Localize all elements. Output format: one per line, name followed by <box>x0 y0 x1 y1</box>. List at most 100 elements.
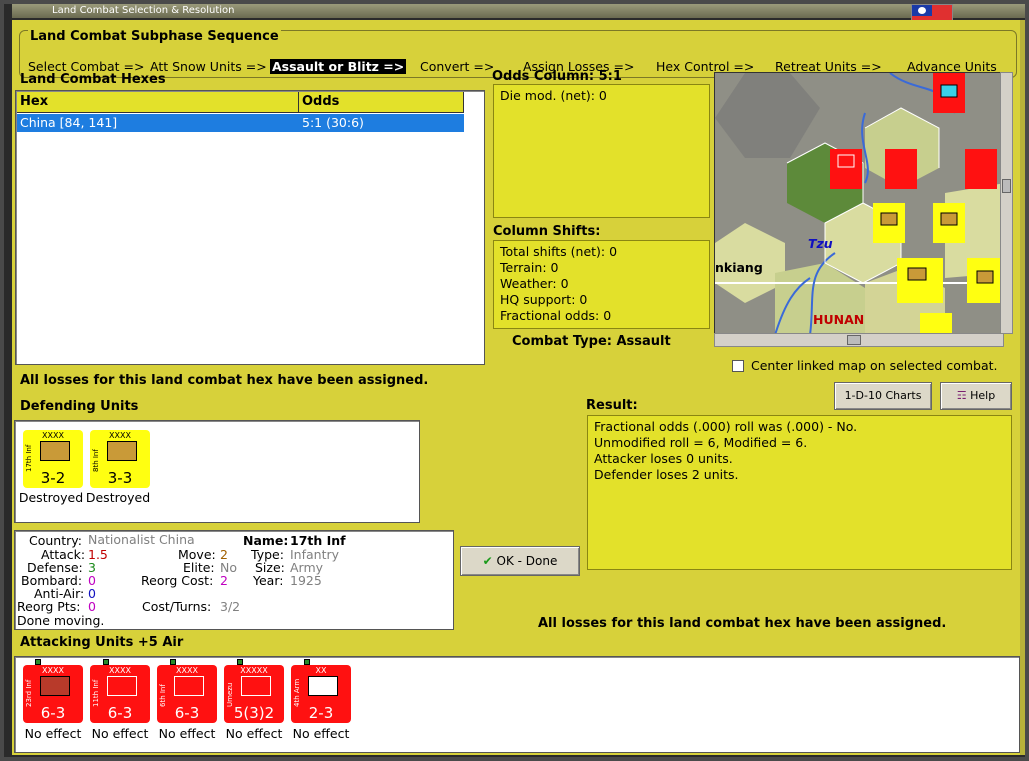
check-icon: ✔ <box>482 554 493 568</box>
book-icon: ☶ <box>956 389 967 402</box>
attacking-units-label: Attacking Units +5 Air <box>20 635 184 650</box>
attacking-unit[interactable]: XXXX 6th Inf 6-3 <box>157 665 217 723</box>
unit-info-panel: Country: Nationalist China Attack: 1.5 D… <box>14 530 454 630</box>
result-label: Result: <box>586 398 638 413</box>
attacking-unit[interactable]: XXXX 23rd Inf 6-3 <box>23 665 83 723</box>
unit-status: No effect <box>292 726 350 741</box>
shift-hq-support: HQ support: 0 <box>500 292 588 307</box>
linked-map[interactable]: Tzu nkiang HUNAN <box>714 72 1004 334</box>
shift-total: Total shifts (net): 0 <box>500 244 618 259</box>
unit-status: Destroyed <box>18 490 84 505</box>
unit-name: 23rd Inf <box>25 679 33 707</box>
unit-name: 11th Inf <box>92 679 100 707</box>
result-line: Attacker loses 0 units. <box>594 451 733 466</box>
unit-status: No effect <box>225 726 283 741</box>
window-title: Land Combat Selection & Resolution <box>12 4 1025 18</box>
hex-cell: China [84, 141] <box>20 115 118 130</box>
right-edge-strip <box>1020 20 1025 755</box>
armor-icon <box>308 676 338 696</box>
step-att-snow-units[interactable]: Att Snow Units => <box>150 59 267 74</box>
infantry-icon <box>107 676 137 696</box>
step-convert[interactable]: Convert => <box>420 59 494 74</box>
shift-terrain: Terrain: 0 <box>500 260 559 275</box>
attacking-unit[interactable]: XXXXX Umezu 5(3)2 <box>224 665 284 723</box>
d10-charts-button[interactable]: 1-D-10 Charts <box>834 382 932 410</box>
column-shifts-panel: Total shifts (net): 0 Terrain: 0 Weather… <box>493 240 710 329</box>
ok-done-button[interactable]: ✔ OK - Done <box>460 546 580 576</box>
attacking-units-panel: XXXX 23rd Inf 6-3 No effect XXXX 11th In… <box>14 656 1020 753</box>
country-key: Country: <box>29 533 82 548</box>
ok-done-label: OK - Done <box>496 554 558 568</box>
result-panel: Fractional odds (.000) roll was (.000) -… <box>587 415 1012 570</box>
center-map-label: Center linked map on selected combat. <box>751 358 998 373</box>
country-value: Nationalist China <box>88 532 195 547</box>
losses-message-top: All losses for this land combat hex have… <box>20 373 429 388</box>
odds-cell: 5:1 (30:6) <box>302 115 364 130</box>
cost-turns-value: 3/2 <box>220 599 241 614</box>
reorg-cost-value: 2 <box>220 573 228 588</box>
die-mod-text: Die mod. (net): 0 <box>500 88 607 103</box>
infantry-icon <box>241 676 271 696</box>
unit-status: No effect <box>158 726 216 741</box>
unit-strength: 3-3 <box>107 469 133 487</box>
map-label-hunan: HUNAN <box>813 312 865 327</box>
defending-units-label: Defending Units <box>20 399 139 414</box>
infantry-icon <box>40 676 70 696</box>
hexes-table[interactable]: Hex Odds China [84, 141] 5:1 (30:6) <box>15 90 485 365</box>
defending-unit[interactable]: XXXX 17th Inf 3-2 <box>23 430 83 488</box>
infantry-icon <box>40 441 70 461</box>
name-value: 17th Inf <box>290 533 346 548</box>
result-line: Unmodified roll = 6, Modified = 6. <box>594 435 808 450</box>
status-text: Done moving. <box>17 613 105 628</box>
unit-strength: 5(3)2 <box>233 704 275 722</box>
sequence-label: Land Combat Subphase Sequence <box>28 29 281 44</box>
map-hscroll-thumb[interactable] <box>847 335 861 345</box>
defending-unit[interactable]: XXXX 8th Inf 3-3 <box>90 430 150 488</box>
hexes-label: Land Combat Hexes <box>20 72 166 87</box>
step-assault-or-blitz[interactable]: Assault or Blitz => <box>270 59 407 74</box>
unit-name: 17th Inf <box>25 444 33 472</box>
unit-status: No effect <box>24 726 82 741</box>
column-shifts-label: Column Shifts: <box>493 224 601 239</box>
unit-status: Destroyed <box>85 490 151 505</box>
losses-message-bottom: All losses for this land combat hex have… <box>538 616 947 631</box>
reorg-pts-value: 0 <box>88 599 96 614</box>
result-line: Defender loses 2 units. <box>594 467 739 482</box>
map-horizontal-scrollbar[interactable] <box>714 333 1004 347</box>
unit-name: Umezu <box>226 682 234 707</box>
unit-strength: 2-3 <box>308 704 334 722</box>
shift-fractional-odds: Fractional odds: 0 <box>500 308 612 323</box>
map-vscroll-thumb[interactable] <box>1002 179 1011 193</box>
unit-name: 6th Inf <box>159 684 167 707</box>
attacking-unit[interactable]: XX 4th Arm 2-3 <box>291 665 351 723</box>
attacking-unit[interactable]: XXXX 11th Inf 6-3 <box>90 665 150 723</box>
defending-units-panel: XXXX 17th Inf 3-2 Destroyed XXXX 8th Inf… <box>14 420 420 523</box>
help-label: Help <box>970 389 996 402</box>
unit-strength: 3-2 <box>40 469 66 487</box>
window-frame: Land Combat Selection & Resolution Land … <box>0 0 1029 761</box>
map-label-nkiang: nkiang <box>715 260 763 275</box>
column-header-hex[interactable]: Hex <box>17 92 299 113</box>
help-button[interactable]: ☶ Help <box>940 382 1012 410</box>
year-value: 1925 <box>290 573 322 588</box>
year-key: Year: <box>253 573 284 588</box>
unit-strength: 6-3 <box>107 704 133 722</box>
reorg-cost-key: Reorg Cost: <box>141 573 214 588</box>
unit-strength: 6-3 <box>174 704 200 722</box>
shift-weather: Weather: 0 <box>500 276 569 291</box>
table-row[interactable]: China [84, 141] 5:1 (30:6) <box>17 114 464 132</box>
main-panel: Land Combat Subphase Sequence Select Com… <box>12 20 1025 755</box>
column-header-odds[interactable]: Odds <box>299 92 464 113</box>
unit-strength: 6-3 <box>40 704 66 722</box>
infantry-icon <box>174 676 204 696</box>
map-terrain <box>715 73 1003 333</box>
center-map-checkbox[interactable] <box>732 360 744 372</box>
cost-turns-key: Cost/Turns: <box>142 599 212 614</box>
infantry-icon <box>107 441 137 461</box>
unit-name: 8th Inf <box>92 449 100 472</box>
unit-status: No effect <box>91 726 149 741</box>
result-line: Fractional odds (.000) roll was (.000) -… <box>594 419 858 434</box>
name-key: Name: <box>243 533 289 548</box>
map-vertical-scrollbar[interactable] <box>1000 72 1013 334</box>
unit-name: 4th Arm <box>293 678 301 707</box>
